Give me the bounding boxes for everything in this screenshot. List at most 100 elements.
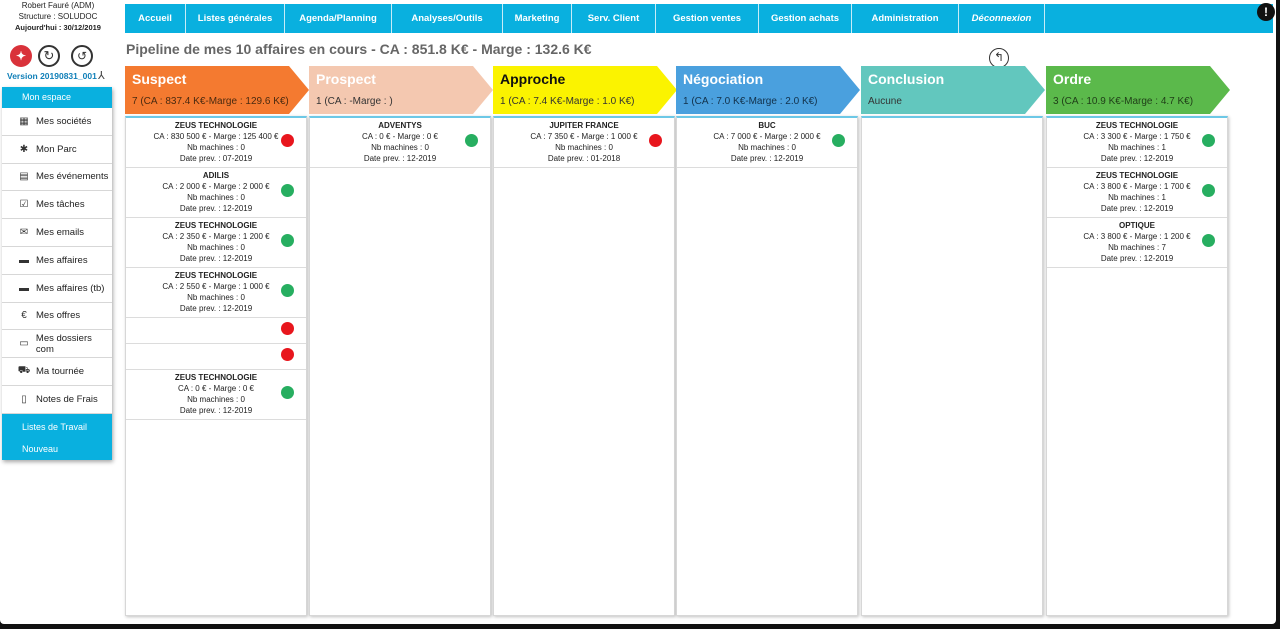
deal-machines: Nb machines : 0 bbox=[187, 293, 245, 302]
sidebar-item[interactable]: ▬ Mes affaires (tb) bbox=[2, 274, 112, 303]
nav-item[interactable]: Marketing bbox=[503, 4, 572, 33]
status-dot-green bbox=[281, 184, 294, 197]
stage-column: JUPITER FRANCE CA : 7 350 € - Marge : 1 0… bbox=[493, 116, 675, 616]
sidebar-item-label: Mes offres bbox=[36, 310, 81, 322]
stage-header[interactable]: Ordre 3 (CA : 10.9 K€-Marge : 4.7 K€) bbox=[1046, 66, 1230, 116]
deal-amounts: CA : 3 300 € - Marge : 1 750 € bbox=[1083, 132, 1191, 141]
sidebar-item[interactable]: € Mes offres bbox=[2, 302, 112, 331]
status-dot-green bbox=[281, 234, 294, 247]
deal-card[interactable]: ZEUS TECHNOLOGIE CA : 3 800 € - Marge : 1… bbox=[1047, 168, 1227, 218]
status-dot-green bbox=[1202, 234, 1215, 247]
folder-icon: ▭ bbox=[19, 338, 29, 350]
deal-company: ZEUS TECHNOLOGIE bbox=[174, 121, 258, 130]
sidebar-item[interactable]: ▬ Mes affaires bbox=[2, 246, 112, 275]
nav-item[interactable]: Analyses/Outils bbox=[392, 4, 503, 33]
sidebar-item[interactable]: ▯ Notes de Frais bbox=[2, 385, 112, 414]
sidebar-items: ▦ Mes sociétés ✱ Mon Parc ▤ Mes événements ☑ Me… bbox=[2, 108, 112, 414]
sidebar-item-mon-espace[interactable]: Mon espace bbox=[2, 87, 112, 108]
calendar-icon: ▤ bbox=[19, 171, 29, 183]
deal-machines: Nb machines : 0 bbox=[371, 143, 429, 152]
status-dot-green bbox=[281, 284, 294, 297]
deal-card[interactable]: ADVENTYS CA : 0 € - Marge : 0 € Nb machine… bbox=[310, 118, 490, 168]
deal-date: Date prev. : 12-2019 bbox=[179, 204, 253, 213]
stage-name: Conclusion bbox=[868, 71, 945, 87]
sidebar-item-label: Mes dossiers com bbox=[35, 332, 92, 355]
stage-header[interactable]: Prospect 1 (CA : -Marge : ) bbox=[309, 66, 493, 116]
status-dot-green bbox=[1202, 184, 1215, 197]
deal-company: ADVENTYS bbox=[378, 121, 422, 130]
deal-machines: Nb machines : 0 bbox=[555, 143, 613, 152]
stage-summary: 1 (CA : -Marge : ) bbox=[316, 96, 393, 107]
status-dot-green bbox=[1202, 134, 1215, 147]
deal-card[interactable]: OPTIQUE CA : 3 800 € - Marge : 1 200 € Nb … bbox=[1047, 218, 1227, 268]
stage-summary: Aucune bbox=[868, 96, 902, 107]
pdf-icon[interactable]: ⅄ bbox=[98, 69, 105, 82]
nav-item[interactable]: Listes générales bbox=[186, 4, 285, 33]
deal-card[interactable]: ZEUS TECHNOLOGIE CA : 3 300 € - Marge : 1… bbox=[1047, 118, 1227, 168]
sidebar-item[interactable]: ☑ Mes tâches bbox=[2, 191, 112, 220]
back-arrow-icon[interactable]: ↰ bbox=[989, 48, 1009, 68]
pipeline-stage: Suspect 7 (CA : 837.4 K€-Marge : 129.6 K€… bbox=[125, 66, 309, 616]
sidebar-item-label: Ma tournée bbox=[36, 366, 85, 378]
stage-name: Négociation bbox=[683, 71, 764, 87]
sidebar-item[interactable]: ▤ Mes événements bbox=[2, 163, 112, 192]
deal-card[interactable]: ZEUS TECHNOLOGIE CA : 2 350 € - Marge : 1… bbox=[126, 218, 306, 268]
deal-company: ZEUS TECHNOLOGIE bbox=[174, 221, 258, 230]
deal-machines: Nb machines : 0 bbox=[187, 243, 245, 252]
sidebar-item[interactable]: ▦ Mes sociétés bbox=[2, 108, 112, 136]
deal-date: Date prev. : 12-2019 bbox=[1100, 154, 1174, 163]
stage-column bbox=[861, 116, 1043, 616]
app-logo-icon[interactable]: ✦ bbox=[10, 45, 32, 67]
deal-amounts: CA : 2 350 € - Marge : 1 200 € bbox=[162, 232, 270, 241]
deal-card[interactable]: ZEUS TECHNOLOGIE CA : 2 550 € - Marge : 1… bbox=[126, 268, 306, 318]
deal-amounts: CA : 3 800 € - Marge : 1 700 € bbox=[1083, 182, 1191, 191]
refresh-icon[interactable]: ↻ bbox=[38, 45, 60, 67]
nav-item[interactable]: Administration bbox=[852, 4, 959, 33]
deal-card[interactable] bbox=[126, 318, 306, 344]
nav-item[interactable]: Déconnexion bbox=[959, 4, 1045, 33]
status-dot-red bbox=[649, 134, 662, 147]
deal-card[interactable]: ZEUS TECHNOLOGIE CA : 830 500 € - Marge :… bbox=[126, 118, 306, 168]
deal-amounts: CA : 7 350 € - Marge : 1 000 € bbox=[530, 132, 638, 141]
pipeline-stage: Négociation 1 (CA : 7.0 K€-Marge : 2.0 K€… bbox=[676, 66, 860, 616]
deal-company: ZEUS TECHNOLOGIE bbox=[1095, 171, 1179, 180]
deal-date: Date prev. : 12-2019 bbox=[179, 254, 253, 263]
deal-card[interactable]: ADILIS CA : 2 000 € - Marge : 2 000 € Nb m… bbox=[126, 168, 306, 218]
nav-item[interactable]: Serv. Client bbox=[572, 4, 656, 33]
sidebar-item-label: Mes tâches bbox=[36, 199, 85, 211]
stage-header[interactable]: Conclusion Aucune bbox=[861, 66, 1045, 116]
deal-machines: Nb machines : 7 bbox=[1108, 243, 1166, 252]
deal-amounts: CA : 830 500 € - Marge : 125 400 € bbox=[153, 132, 279, 141]
sidebar-item-label: Mes affaires (tb) bbox=[36, 282, 105, 294]
status-dot-green bbox=[832, 134, 845, 147]
deal-machines: Nb machines : 0 bbox=[738, 143, 796, 152]
sidebar-item[interactable]: ▭ Mes dossiers com bbox=[2, 330, 112, 359]
deal-machines: Nb machines : 0 bbox=[187, 143, 245, 152]
sidebar-item[interactable]: ✱ Mon Parc bbox=[2, 135, 112, 164]
deal-card[interactable] bbox=[126, 344, 306, 370]
sidebar-item-nouveau[interactable]: Nouveau bbox=[22, 438, 112, 460]
nav-item[interactable]: Gestion ventes bbox=[656, 4, 759, 33]
nav-item[interactable]: Agenda/Planning bbox=[285, 4, 392, 33]
deal-amounts: CA : 7 000 € - Marge : 2 000 € bbox=[713, 132, 821, 141]
deal-machines: Nb machines : 1 bbox=[1108, 193, 1166, 202]
user-name: Robert Fauré (ADM) bbox=[21, 1, 95, 10]
stage-header[interactable]: Suspect 7 (CA : 837.4 K€-Marge : 129.6 K€… bbox=[125, 66, 309, 116]
nav-item[interactable]: Gestion achats bbox=[759, 4, 852, 33]
sidebar-item[interactable]: ⛟ Ma tournée bbox=[2, 358, 112, 386]
history-icon[interactable]: ↺ bbox=[71, 45, 93, 67]
deal-card[interactable]: JUPITER FRANCE CA : 7 350 € - Marge : 1 0… bbox=[494, 118, 674, 168]
deal-amounts: CA : 3 800 € - Marge : 1 200 € bbox=[1083, 232, 1191, 241]
user-structure: Structure : SOLUDOC bbox=[18, 12, 98, 21]
deal-card[interactable]: BUC CA : 7 000 € - Marge : 2 000 € Nb mach… bbox=[677, 118, 857, 168]
car-icon: ⛟ bbox=[17, 365, 31, 377]
sidebar-item-listes-de-travail[interactable]: Listes de Travail bbox=[22, 416, 112, 438]
alert-icon[interactable]: ! bbox=[1257, 3, 1275, 21]
deal-card[interactable]: ZEUS TECHNOLOGIE CA : 0 € - Marge : 0 € Nb… bbox=[126, 370, 306, 420]
stage-header[interactable]: Négociation 1 (CA : 7.0 K€-Marge : 2.0 K€… bbox=[676, 66, 860, 116]
nav-item[interactable]: Accueil bbox=[125, 4, 186, 33]
sidebar-bottom-group: Listes de Travail Nouveau bbox=[2, 413, 112, 460]
sidebar-item[interactable]: ✉ Mes emails bbox=[2, 219, 112, 247]
stage-header[interactable]: Approche 1 (CA : 7.4 K€-Marge : 1.0 K€) bbox=[493, 66, 677, 116]
user-info: Robert Fauré (ADM) Structure : SOLUDOC A… bbox=[0, 0, 116, 33]
